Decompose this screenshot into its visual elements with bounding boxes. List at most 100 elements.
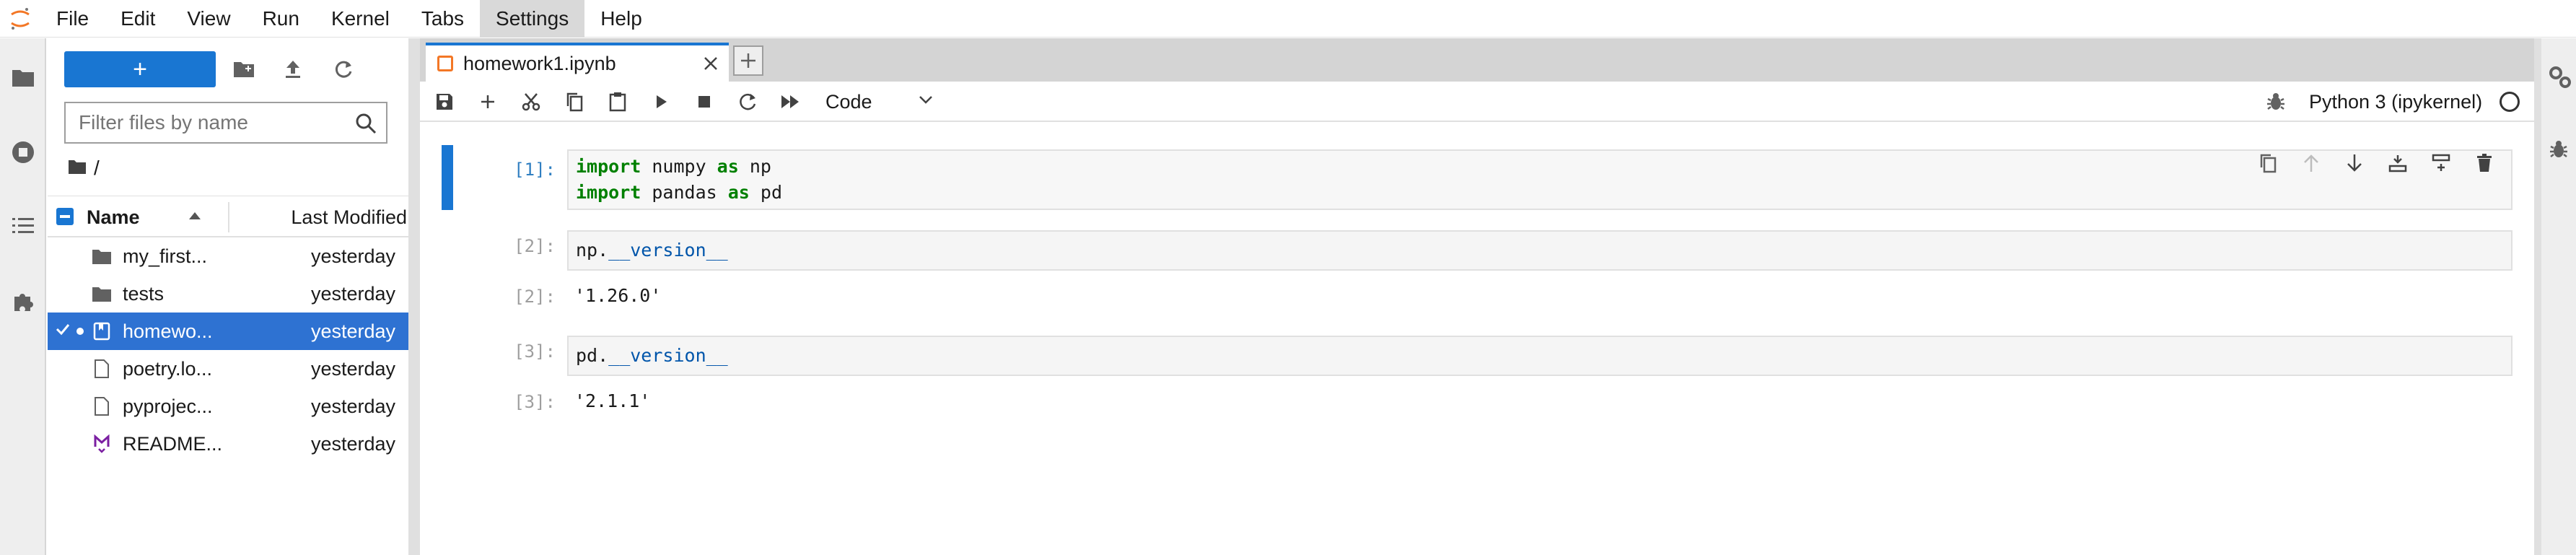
cell-toolbar <box>2253 148 2500 178</box>
input-prompt: [2]: <box>514 236 556 256</box>
refresh-icon[interactable] <box>329 55 358 84</box>
file-row-selected[interactable]: homewo... yesterday <box>48 313 408 350</box>
copy-icon[interactable] <box>560 87 589 116</box>
file-modified: yesterday <box>310 283 395 305</box>
insert-cell-above-icon[interactable] <box>2383 148 2413 178</box>
stop-icon[interactable] <box>690 87 719 116</box>
search-icon <box>354 112 377 135</box>
chevron-down-icon[interactable] <box>918 92 934 108</box>
folder-icon <box>91 246 113 266</box>
breadcrumb: / <box>68 154 100 183</box>
new-folder-icon[interactable] <box>229 55 258 84</box>
menu-edit[interactable]: Edit <box>105 0 171 38</box>
file-modified: yesterday <box>310 245 395 267</box>
cell-output: '1.26.0' <box>574 285 662 306</box>
menu-settings[interactable]: Settings <box>480 0 585 38</box>
output-prompt: [3]: <box>514 392 556 412</box>
kernel-name[interactable]: Python 3 (ipykernel) <box>2309 82 2482 122</box>
file-name: pyprojec... <box>123 396 213 417</box>
menu-file[interactable]: File <box>40 0 105 38</box>
close-icon[interactable] <box>700 53 722 74</box>
file-name: poetry.lo... <box>123 358 213 380</box>
file-name: README... <box>123 433 223 455</box>
panel-resize-handle[interactable] <box>2534 38 2541 555</box>
insert-cell-plus-icon[interactable] <box>473 87 502 116</box>
file-row[interactable]: tests yesterday <box>48 275 408 313</box>
running-dot-icon <box>76 328 84 335</box>
file-name: tests <box>123 283 165 305</box>
file-name: my_first... <box>123 245 208 267</box>
file-modified: yesterday <box>310 358 395 380</box>
file-row[interactable]: my_first... yesterday <box>48 237 408 275</box>
menu-view[interactable]: View <box>171 0 246 38</box>
checkmark-icon[interactable] <box>55 321 71 341</box>
menubar: File Edit View Run Kernel Tabs Settings … <box>0 0 2576 38</box>
tab-homework1[interactable]: homework1.ipynb <box>426 43 729 82</box>
menu-help[interactable]: Help <box>584 0 658 38</box>
column-divider[interactable] <box>228 202 229 232</box>
breadcrumb-root[interactable]: / <box>94 157 100 180</box>
code-cell-2[interactable]: [2]: np.__version__ [2]: '1.26.0' <box>442 227 2513 314</box>
code-line: pd.__version__ <box>576 345 728 366</box>
input-prompt: [1]: <box>514 159 556 180</box>
filter-files-input[interactable] <box>79 111 338 134</box>
table-of-contents-icon[interactable] <box>9 211 38 240</box>
file-row[interactable]: README... yesterday <box>48 425 408 463</box>
tab-bar: homework1.ipynb <box>420 38 2534 82</box>
code-cell-1-active[interactable]: [1]: import numpy as np import pandas as… <box>442 145 2513 210</box>
extensions-puzzle-icon[interactable] <box>9 287 38 315</box>
move-down-arrow-icon[interactable] <box>2339 148 2370 178</box>
save-icon[interactable] <box>430 87 459 116</box>
select-all-checkbox[interactable] <box>56 208 74 225</box>
code-editor[interactable]: np.__version__ <box>567 230 2513 271</box>
menu-run[interactable]: Run <box>247 0 315 38</box>
filter-files-field[interactable] <box>64 102 387 144</box>
code-cell-3[interactable]: [3]: pd.__version__ [3]: '2.1.1' <box>442 333 2513 419</box>
move-up-arrow-icon[interactable] <box>2296 148 2326 178</box>
file-icon <box>91 396 113 416</box>
debugger-bug-icon[interactable] <box>2547 138 2573 164</box>
name-column-header[interactable]: Name <box>87 196 140 238</box>
property-inspector-gears-icon[interactable] <box>2547 64 2573 90</box>
file-modified: yesterday <box>310 433 395 455</box>
file-name: homewo... <box>123 320 213 342</box>
paste-icon[interactable] <box>603 87 632 116</box>
duplicate-cell-icon[interactable] <box>2253 148 2283 178</box>
code-editor[interactable]: pd.__version__ <box>567 336 2513 376</box>
file-row[interactable]: pyprojec... yesterday <box>48 388 408 425</box>
delete-cell-trash-icon[interactable] <box>2469 148 2500 178</box>
sort-ascending-icon[interactable] <box>189 212 201 219</box>
right-sidebar-rail <box>2541 38 2576 555</box>
breadcrumb-root-folder-icon[interactable] <box>68 157 87 180</box>
menu-tabs[interactable]: Tabs <box>406 0 480 38</box>
notebook-tab-icon <box>437 56 453 71</box>
file-row[interactable]: poetry.lo... yesterday <box>48 350 408 388</box>
active-cell-indicator[interactable] <box>442 145 453 210</box>
code-line: np.__version__ <box>576 240 728 261</box>
bug-icon[interactable] <box>2264 90 2287 113</box>
new-tab-plus-icon[interactable] <box>733 45 763 76</box>
insert-cell-below-icon[interactable] <box>2426 148 2456 178</box>
jupyter-logo-icon <box>0 0 40 38</box>
notebook-area: homework1.ipynb Code Python 3 (ipykernel… <box>420 38 2534 555</box>
restart-icon[interactable] <box>733 87 762 116</box>
code-line: import numpy as np <box>576 156 771 177</box>
last-modified-column-header[interactable]: Last Modified <box>291 196 407 238</box>
markdown-icon <box>91 434 113 454</box>
cut-icon[interactable] <box>517 87 546 116</box>
cell-type-value: Code <box>825 90 872 113</box>
panel-resize-handle[interactable] <box>408 38 420 555</box>
running-kernels-icon[interactable] <box>9 138 38 167</box>
upload-icon[interactable] <box>279 55 307 84</box>
fast-forward-icon[interactable] <box>776 87 805 116</box>
folder-icon[interactable] <box>9 63 38 92</box>
cell-output: '2.1.1' <box>574 390 651 411</box>
new-launcher-button[interactable]: + <box>64 51 216 87</box>
menu-kernel[interactable]: Kernel <box>315 0 406 38</box>
file-modified: yesterday <box>310 320 395 342</box>
kernel-idle-status-icon <box>2500 92 2520 112</box>
file-listing-header: Name Last Modified <box>48 196 408 237</box>
code-editor[interactable]: import numpy as np import pandas as pd <box>567 149 2513 210</box>
run-icon[interactable] <box>647 87 675 116</box>
file-browser-panel: + / Name <box>48 38 408 555</box>
